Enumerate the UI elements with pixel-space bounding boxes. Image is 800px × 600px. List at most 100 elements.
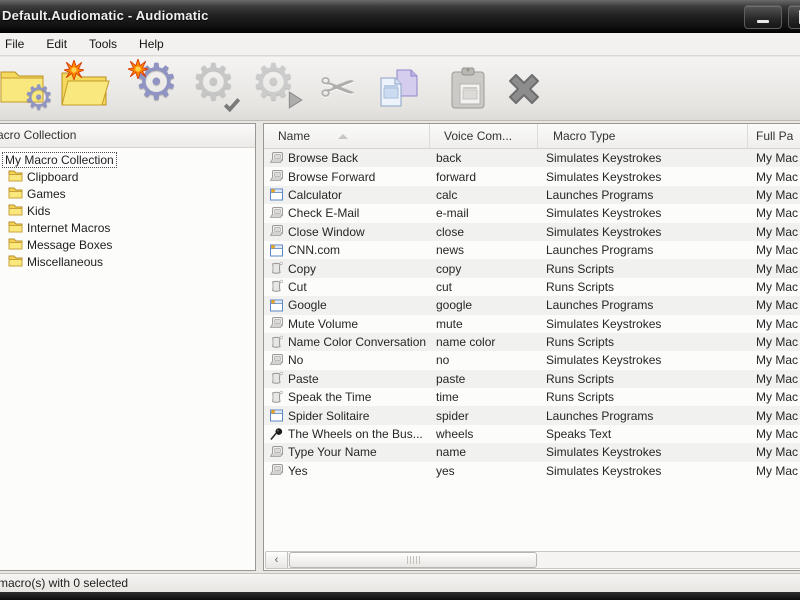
tree-item-internet-macros[interactable]: Internet Macros [0,219,255,236]
macro-name: Type Your Name [288,445,377,460]
table-row[interactable]: Close Window close Simulates Keystrokes … [264,222,800,241]
macro-name: Browse Back [288,151,359,166]
tree-item-message-boxes[interactable]: Message Boxes [0,236,255,253]
table-row[interactable]: Speak the Time time Runs Scripts My Mac [264,388,800,406]
table-row[interactable]: Browse Forward forward Simulates Keystro… [264,167,800,185]
table-row[interactable]: Mute Volume mute Simulates Keystrokes My… [264,315,800,333]
collection-panel-header: Macro Collection [0,124,255,148]
table-row[interactable]: Google google Launches Programs My Mac [264,296,800,315]
horizontal-scrollbar[interactable]: ‹ [265,551,800,569]
main-area: Macro Collection My Macro Collection Cli… [0,121,800,573]
column-header-voice-command[interactable]: Voice Com... [430,124,538,148]
status-bar: macro(s) with 0 selected [0,573,800,592]
voice-command: google [436,298,473,313]
macro-name: The Wheels on the Bus... [288,427,423,442]
column-header-name[interactable]: Name [264,124,430,148]
cut-button[interactable]: ✂ [310,60,366,118]
full-path: My Mac [756,316,798,331]
table-row[interactable]: Name Color Conversation name color Runs … [264,332,800,352]
column-header-macro-type[interactable]: Macro Type [538,124,748,148]
table-row[interactable]: The Wheels on the Bus... wheels Speaks T… [264,425,800,443]
new-macro-button[interactable]: ⚙ [128,57,184,118]
paste-button[interactable] [440,60,496,118]
folder-icon [8,169,23,185]
speech-icon [269,427,284,442]
tree-item-my-macro-collection[interactable]: My Macro Collection [0,151,255,168]
scrollbar-thumb[interactable] [289,552,537,568]
tree-item-kids[interactable]: Kids [0,202,255,219]
macro-type: Runs Scripts [546,261,615,276]
tree-item-clipboard[interactable]: Clipboard [0,168,255,185]
edit-macro-button[interactable]: ⚙ [186,57,242,118]
macro-name: Check E-Mail [288,206,360,221]
column-header-full-path[interactable]: Full Pa [748,124,800,148]
table-row[interactable]: Spider Solitaire spider Launches Program… [264,406,800,425]
table-row[interactable]: No no Simulates Keystrokes My Mac [264,351,800,369]
table-row[interactable]: Copy copy Runs Scripts My Mac [264,259,800,278]
menu-edit[interactable]: Edit [35,34,78,54]
macro-name: Browse Forward [288,169,376,184]
macro-type: Simulates Keystrokes [546,206,662,221]
table-row[interactable]: CNN.com news Launches Programs My Mac [264,241,800,259]
macro-name: Paste [288,371,319,386]
delete-button[interactable] [496,60,552,118]
macro-name: Calculator [288,187,343,202]
run-macro-button[interactable]: ⚙ [248,57,304,118]
window-controls: ✕ [744,5,800,29]
voice-command: name color [436,335,496,350]
voice-command: calc [436,187,458,202]
scroll-left-button[interactable]: ‹ [266,552,288,568]
full-path: My Mac [756,298,798,313]
menu-help[interactable]: Help [128,34,175,54]
copy-icon [375,66,421,112]
table-row[interactable]: Check E-Mail e-mail Simulates Keystrokes… [264,204,800,222]
macro-type: Launches Programs [546,187,654,202]
folder-icon [8,254,23,270]
minimize-button[interactable] [744,5,782,29]
menu-tools[interactable]: Tools [78,34,128,54]
copy-button[interactable] [370,60,426,118]
folder-new-icon [58,60,110,115]
table-row[interactable]: Cut cut Runs Scripts My Mac [264,278,800,296]
status-text: macro(s) with 0 selected [0,576,129,590]
macro-name: Yes [288,463,308,478]
macro-name: CNN.com [288,243,341,258]
full-path: My Mac [756,261,798,276]
collection-settings-button[interactable]: ⚙ [0,60,54,118]
full-path: My Mac [756,187,798,202]
script-icon [269,371,284,386]
audiomatic-window: Default.Audiomatic - Audiomatic ✕ File E… [0,0,800,600]
macro-type: Speaks Text [546,427,612,442]
voice-command: news [436,243,465,258]
script-icon [269,335,284,350]
new-collection-button[interactable] [56,60,112,118]
full-path: My Mac [756,371,798,386]
program-icon [269,298,284,313]
table-row[interactable]: Yes yes Simulates Keystrokes My Mac [264,462,800,480]
table-header: Name Voice Com... Macro Type Full Pa [264,124,800,149]
macro-name: Cut [288,279,307,294]
full-path: My Mac [756,390,798,405]
folder-icon [8,220,23,236]
gear-new-icon: ⚙ [128,57,182,116]
macro-type: Simulates Keystrokes [546,316,662,331]
macro-type: Runs Scripts [546,279,615,294]
titlebar[interactable]: Default.Audiomatic - Audiomatic ✕ [0,0,800,33]
tree-item-miscellaneous[interactable]: Miscellaneous [0,253,255,270]
full-path: My Mac [756,353,798,368]
macro-type: Launches Programs [546,408,654,423]
macro-name: Copy [288,261,317,276]
table-row[interactable]: Paste paste Runs Scripts My Mac [264,369,800,389]
keystrokes-icon [269,224,284,239]
table-row[interactable]: Type Your Name name Simulates Keystrokes… [264,443,800,462]
menu-file[interactable]: File [0,34,35,54]
voice-command: e-mail [436,206,469,221]
macro-list-panel: Name Voice Com... Macro Type Full Pa Bro… [263,123,800,571]
maximize-button[interactable] [788,5,800,29]
folder-icon [8,203,23,219]
macro-name: Name Color Conversation [288,335,427,350]
tree-item-games[interactable]: Games [0,185,255,202]
full-path: My Mac [756,206,798,221]
table-row[interactable]: Calculator calc Launches Programs My Mac [264,185,800,205]
table-row[interactable]: Browse Back back Simulates Keystrokes My… [264,149,800,168]
